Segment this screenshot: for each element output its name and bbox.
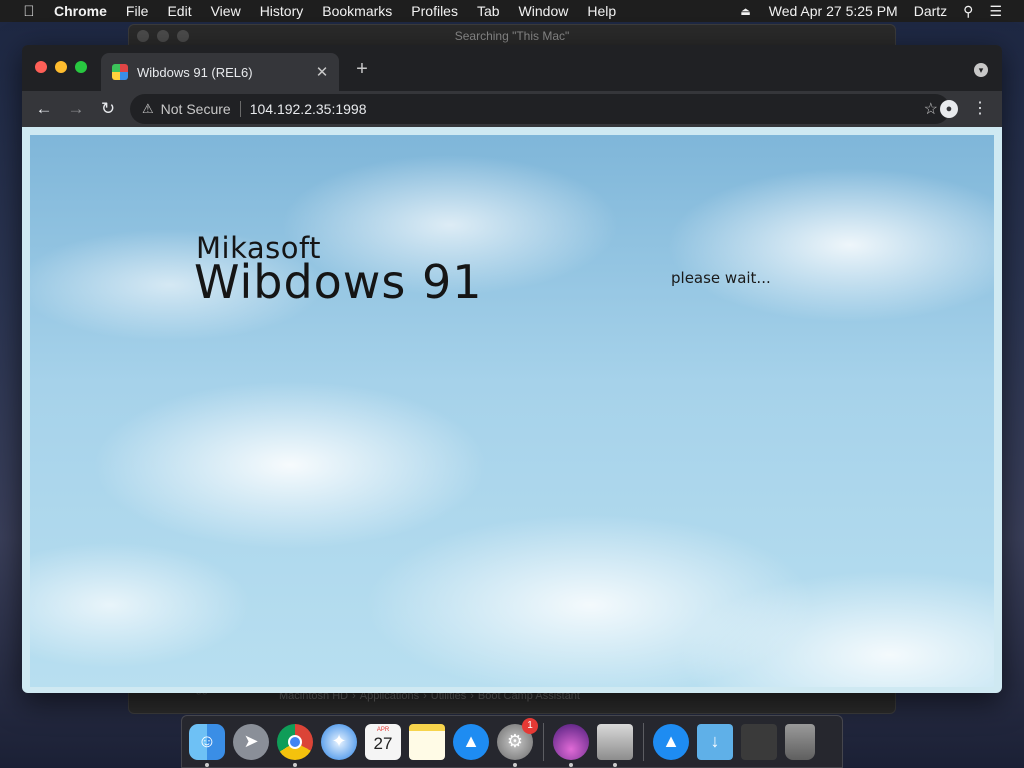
profile-avatar-icon[interactable]: ●: [940, 100, 958, 118]
folder-icon[interactable]: ↓: [697, 723, 733, 760]
dock-separator: [643, 722, 644, 761]
boot-screen[interactable]: Mikasoft Wibdows 91 please wait...: [30, 135, 994, 687]
finder-title: Searching "This Mac": [454, 29, 570, 43]
reload-button[interactable]: ↻: [92, 99, 124, 119]
app-store-downloads-icon[interactable]: ▲: [653, 723, 689, 760]
security-label[interactable]: Not Secure: [161, 101, 231, 117]
cleaner-app-icon[interactable]: [553, 723, 589, 767]
finder-close-button[interactable]: [137, 30, 149, 42]
forward-button[interactable]: →: [60, 99, 92, 119]
loading-status: please wait...: [671, 269, 771, 287]
menu-edit[interactable]: Edit: [167, 3, 191, 19]
warning-icon[interactable]: ⚠: [142, 101, 154, 117]
minimize-window-button[interactable]: [55, 61, 67, 73]
fullscreen-window-button[interactable]: [75, 61, 87, 73]
menu-app-name[interactable]: Chrome: [54, 3, 107, 19]
page-viewport: Mikasoft Wibdows 91 please wait...: [22, 127, 1002, 693]
spotlight-search-icon[interactable]: ⚲: [963, 3, 973, 20]
notification-badge: 1: [522, 717, 538, 734]
eject-icon[interactable]: ⏏: [740, 5, 750, 18]
menu-user[interactable]: Dartz: [914, 3, 947, 19]
tab-title: Wibdows 91 (REL6): [137, 64, 253, 80]
tab-favicon-icon: [112, 64, 128, 80]
finder-minimize-button[interactable]: [157, 30, 169, 42]
menu-tab[interactable]: Tab: [477, 3, 500, 19]
dock: ☺ ➤ ✦ APR 27 ▲ ⚙ 1 ▲ ↓: [181, 715, 843, 768]
safari-compass-icon[interactable]: ✦: [321, 723, 357, 760]
url-text[interactable]: 104.192.2.35:1998: [250, 101, 367, 117]
dock-separator: [543, 722, 544, 761]
tab-active[interactable]: Wibdows 91 (REL6) ✕: [101, 53, 339, 91]
menu-window[interactable]: Window: [519, 3, 569, 19]
launchpad-icon[interactable]: ➤: [233, 723, 269, 760]
trash-icon[interactable]: [785, 723, 815, 760]
calendar-month: APR: [376, 726, 390, 733]
new-tab-button[interactable]: +: [352, 58, 372, 81]
brand-product: Wibdows 91: [194, 255, 483, 309]
tab-close-icon[interactable]: ✕: [311, 63, 333, 81]
browser-toolbar: ← → ↻ ⚠ Not Secure 104.192.2.35:1998 ☆ ●…: [22, 91, 1002, 127]
menu-bar-status-area: ⏏ Wed Apr 27 5:25 PM Dartz ⚲ ☰: [740, 0, 1024, 22]
notification-center-icon[interactable]: ☰: [989, 3, 1002, 20]
back-button[interactable]: ←: [28, 99, 60, 119]
menu-profiles[interactable]: Profiles: [411, 3, 458, 19]
omnibox-divider: [239, 101, 241, 117]
address-bar[interactable]: ⚠ Not Secure 104.192.2.35:1998 ☆: [130, 94, 950, 124]
apple-menu-icon[interactable]: : [18, 3, 40, 20]
calendar-icon[interactable]: APR 27: [365, 723, 401, 760]
finder-icon[interactable]: ☺: [189, 723, 225, 767]
macos-menu-bar:  Chrome File Edit View History Bookmark…: [0, 0, 1024, 22]
finder-zoom-button[interactable]: [177, 30, 189, 42]
menu-file[interactable]: File: [126, 3, 149, 19]
close-window-button[interactable]: [35, 61, 47, 73]
finder-window-controls: [137, 30, 189, 42]
menu-history[interactable]: History: [260, 3, 304, 19]
calendar-day: 27: [373, 733, 393, 753]
menu-clock[interactable]: Wed Apr 27 5:25 PM: [769, 3, 898, 19]
menu-bookmarks[interactable]: Bookmarks: [322, 3, 392, 19]
menu-help[interactable]: Help: [587, 3, 616, 19]
boot-camp-icon[interactable]: [597, 723, 633, 767]
bookmark-star-icon[interactable]: ☆: [924, 99, 938, 119]
window-controls: [35, 61, 87, 73]
app-store-icon[interactable]: ▲: [453, 723, 489, 760]
tab-search-chevron-icon[interactable]: ▾: [974, 63, 988, 77]
chrome-icon[interactable]: [277, 723, 313, 767]
tab-strip: Wibdows 91 (REL6) ✕ + ▾: [22, 45, 1002, 91]
notes-icon[interactable]: [409, 723, 445, 760]
more-menu-icon[interactable]: ⋮: [972, 98, 988, 118]
chrome-window: Wibdows 91 (REL6) ✕ + ▾ ← → ↻ ⚠ Not Secu…: [22, 45, 1002, 693]
screenshots-stack-icon[interactable]: [741, 723, 777, 760]
menu-view[interactable]: View: [211, 3, 241, 19]
system-preferences-gear-icon[interactable]: ⚙ 1: [497, 717, 538, 767]
